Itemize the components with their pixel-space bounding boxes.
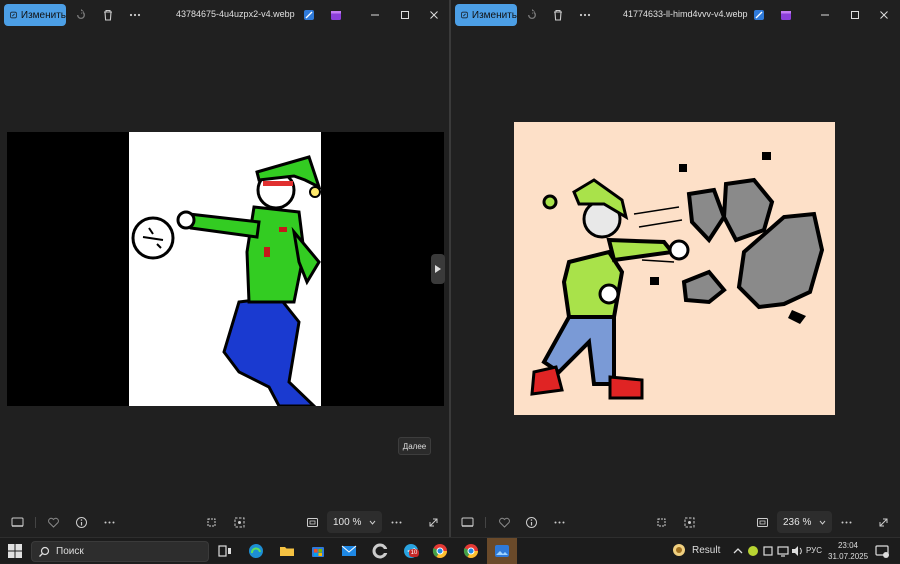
task-view-icon[interactable] [215, 541, 235, 561]
photos-window-left: Изменить 43784675-4u4uzpx2-v4.webp Далее… [0, 0, 449, 537]
microsoft-store-icon[interactable] [308, 541, 328, 561]
zoom-level-select[interactable]: 100 % [327, 511, 382, 533]
title-bar: Изменить 43784675-4u4uzpx2-v4.webp [0, 0, 449, 30]
ccleaner-icon[interactable] [370, 541, 390, 561]
favorite-icon[interactable] [497, 515, 511, 529]
notification-badge: 10 [409, 549, 419, 557]
designer-icon[interactable] [301, 7, 317, 23]
edit-icon [10, 11, 17, 19]
file-explorer-icon[interactable] [277, 541, 297, 561]
delete-icon[interactable] [550, 7, 566, 23]
filmstrip-icon[interactable] [460, 515, 474, 529]
chrome-profile-icon[interactable] [461, 541, 481, 561]
more-zoom-options-icon[interactable] [389, 515, 403, 529]
taskbar-search[interactable]: Поиск [31, 541, 209, 562]
clipchamp-icon[interactable] [778, 7, 794, 23]
edit-button-label: Изменить [20, 9, 66, 21]
rotate-icon[interactable] [73, 7, 89, 23]
more-zoom-options-icon[interactable] [839, 515, 853, 529]
notification-center-icon[interactable] [872, 541, 892, 561]
image-canvas [514, 122, 835, 415]
crop-icon[interactable] [204, 515, 218, 529]
favorite-icon[interactable] [46, 515, 60, 529]
zoom-value: 100 % [333, 516, 362, 528]
edit-button[interactable]: Изменить [455, 4, 517, 26]
windows-start-icon[interactable] [5, 541, 25, 561]
crop-icon[interactable] [654, 515, 668, 529]
fit-to-window-icon[interactable] [755, 515, 769, 529]
image-viewport [0, 30, 449, 507]
edit-button[interactable]: Изменить [4, 4, 66, 26]
zoom-level-select[interactable]: 236 % [777, 511, 832, 533]
taskbar: Поиск 10 Result РУС 23:04 31.07.2025 [0, 537, 900, 564]
image-content [129, 132, 322, 408]
more-options-icon[interactable] [577, 7, 593, 23]
chevron-down-icon [819, 520, 826, 525]
minimize-button[interactable] [368, 8, 382, 22]
result-app-icon [673, 544, 685, 556]
fit-to-window-icon[interactable] [305, 515, 319, 529]
image-canvas [7, 132, 444, 408]
visual-search-icon[interactable] [682, 515, 696, 529]
file-name: 43784675-4u4uzpx2-v4.webp [176, 9, 295, 19]
photos-app-icon[interactable] [492, 541, 512, 561]
bottom-toolbar: 236 % [451, 507, 900, 537]
more-options-icon[interactable] [127, 7, 143, 23]
info-icon[interactable] [74, 515, 88, 529]
zoom-value: 236 % [783, 516, 812, 528]
desktop: Изменить 43784675-4u4uzpx2-v4.webp Далее… [0, 0, 900, 537]
search-placeholder: Поиск [56, 546, 84, 557]
bottom-toolbar: 100 % [0, 507, 449, 537]
edit-icon [461, 11, 468, 19]
info-icon[interactable] [524, 515, 538, 529]
chevron-down-icon [369, 520, 376, 525]
search-icon [39, 546, 50, 557]
rotate-icon[interactable] [524, 7, 540, 23]
edge-browser-icon[interactable] [246, 541, 266, 561]
clipchamp-icon[interactable] [328, 7, 344, 23]
elf-kicking-illustration [131, 155, 322, 408]
maximize-button[interactable] [398, 8, 412, 22]
designer-icon[interactable] [751, 7, 767, 23]
next-tooltip: Далее [398, 437, 431, 455]
minimize-button[interactable] [818, 8, 832, 22]
clock-date: 31.07.2025 [828, 552, 869, 561]
close-button[interactable] [427, 8, 441, 22]
visual-search-icon[interactable] [232, 515, 246, 529]
next-image-button[interactable] [431, 254, 445, 284]
elf-smashing-rock-illustration [530, 152, 825, 400]
photos-window-right: Изменить 41774633-ll-himd4vvv-v4.webp 23… [451, 0, 900, 537]
system-clock[interactable]: 23:04 31.07.2025 [828, 540, 869, 562]
chevron-right-icon [435, 265, 441, 273]
full-screen-icon[interactable] [876, 515, 890, 529]
image-viewport [451, 30, 900, 507]
more-icon[interactable] [552, 515, 566, 529]
filmstrip-icon[interactable] [10, 515, 24, 529]
maximize-button[interactable] [848, 8, 862, 22]
file-name: 41774633-ll-himd4vvv-v4.webp [623, 9, 748, 19]
mail-icon[interactable] [339, 541, 359, 561]
result-label: Result [692, 544, 721, 556]
clock-time: 23:04 [837, 541, 858, 550]
delete-icon[interactable] [100, 7, 116, 23]
edit-button-label: Изменить [471, 9, 517, 21]
chrome-icon[interactable] [430, 541, 450, 561]
volume-icon[interactable] [787, 541, 807, 561]
result-widget[interactable]: Result [672, 543, 720, 557]
more-icon[interactable] [102, 515, 116, 529]
title-bar: Изменить 41774633-ll-himd4vvv-v4.webp [451, 0, 900, 30]
full-screen-icon[interactable] [426, 515, 440, 529]
close-button[interactable] [877, 8, 891, 22]
input-language[interactable]: РУС [806, 546, 822, 555]
